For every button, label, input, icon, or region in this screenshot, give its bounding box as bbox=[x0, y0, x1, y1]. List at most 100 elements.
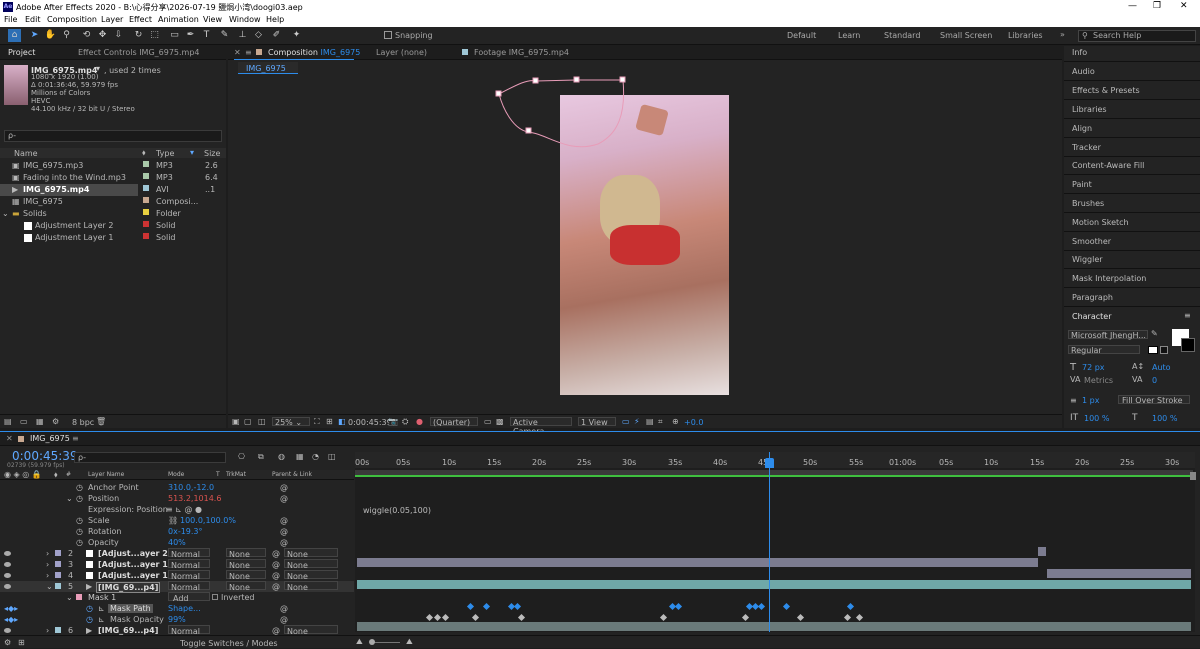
property-row[interactable]: ◷ Rotation 0x-19.3° @ bbox=[0, 526, 354, 537]
eye-icon[interactable] bbox=[4, 551, 11, 556]
property-row[interactable]: Expression: Position ≡ ⊾ @ ● bbox=[0, 504, 354, 515]
pickwhip-icon[interactable]: @ bbox=[272, 549, 280, 558]
trkmat-select[interactable]: None bbox=[226, 548, 266, 559]
workspace-overflow-icon[interactable]: » bbox=[1060, 30, 1065, 39]
panel-smoother[interactable]: Smoother bbox=[1064, 232, 1200, 251]
mask-vertex[interactable] bbox=[495, 90, 502, 97]
parent-select[interactable]: None bbox=[284, 559, 338, 570]
label-swatch[interactable] bbox=[143, 185, 149, 191]
parent-select[interactable]: None bbox=[284, 581, 338, 592]
keyframe[interactable] bbox=[513, 602, 522, 611]
current-time-display[interactable]: 0:00:45:39 bbox=[348, 418, 392, 427]
stopwatch-icon[interactable]: ◷ bbox=[76, 527, 83, 536]
tab-composition[interactable]: Composition IMG_6975 bbox=[268, 48, 360, 57]
pickwhip-icon[interactable]: @ bbox=[280, 483, 288, 492]
menu-help[interactable]: Help bbox=[266, 15, 284, 24]
col-trkmat[interactable]: TrkMat bbox=[226, 471, 246, 478]
panel-paragraph[interactable]: Paragraph bbox=[1064, 288, 1200, 307]
trkmat-select[interactable]: None bbox=[226, 581, 266, 592]
label-tag-icon[interactable]: ⬧ bbox=[142, 148, 146, 158]
keyframe[interactable] bbox=[517, 613, 526, 622]
menu-edit[interactable]: Edit bbox=[25, 15, 41, 24]
col-type[interactable]: Type bbox=[156, 149, 174, 158]
keyframe[interactable] bbox=[471, 613, 480, 622]
menu-composition[interactable]: Composition bbox=[47, 15, 97, 24]
tab-effect-controls[interactable]: Effect Controls IMG_6975.mp4 bbox=[78, 48, 200, 57]
pickwhip-icon[interactable]: @ bbox=[272, 560, 280, 569]
chevron-right-icon[interactable]: › bbox=[46, 626, 49, 635]
layer-bar[interactable] bbox=[1038, 547, 1046, 556]
property-row[interactable]: ◷ Anchor Point 310.0,-12.0 @ bbox=[0, 482, 354, 493]
layer-bar[interactable] bbox=[357, 622, 1191, 631]
panel-paint[interactable]: Paint bbox=[1064, 175, 1200, 194]
zoom-tool-icon[interactable]: ⚲ bbox=[60, 29, 73, 42]
chevron-right-icon[interactable]: › bbox=[46, 571, 49, 580]
region-icon[interactable]: ▢ bbox=[244, 417, 252, 426]
workspace-libraries[interactable]: Libraries bbox=[1008, 31, 1043, 40]
timeline-icon[interactable]: ▤ bbox=[646, 417, 654, 426]
col-mode[interactable]: Mode bbox=[168, 471, 184, 478]
tab-footage[interactable]: Footage IMG_6975.mp4 bbox=[474, 48, 569, 57]
workspace-standard[interactable]: Standard bbox=[884, 31, 920, 40]
panel-motion-sketch[interactable]: Motion Sketch bbox=[1064, 213, 1200, 232]
new-folder-icon[interactable]: ▭ bbox=[20, 417, 28, 426]
view-options-icon[interactable]: ◫ bbox=[258, 417, 266, 426]
property-row[interactable]: ◂◆▸ ◷ ⊾ Mask Opacity 99% @ bbox=[0, 614, 354, 625]
timeline-current-time[interactable]: 0:00:45:39 bbox=[12, 449, 78, 463]
zoom-select[interactable]: 25% ⌄ bbox=[272, 417, 310, 427]
pan-tool-icon[interactable]: ✥ bbox=[96, 29, 109, 42]
parent-select[interactable]: None bbox=[284, 548, 338, 559]
list-item-selected[interactable]: ▶ IMG_6975.mp4 bbox=[0, 184, 138, 196]
constrain-link-icon[interactable]: ⛓ bbox=[168, 516, 178, 525]
orbit-tool-icon[interactable]: ⟲ bbox=[80, 29, 93, 42]
parent-select[interactable]: None bbox=[284, 625, 338, 636]
mask-visibility-icon[interactable]: ◧ bbox=[338, 417, 346, 426]
exposure-value[interactable]: +0.0 bbox=[684, 418, 703, 427]
eye-icon[interactable] bbox=[4, 584, 11, 589]
graph-editor-icon[interactable]: ◫ bbox=[328, 452, 336, 461]
snapping-checkbox[interactable] bbox=[384, 31, 392, 39]
project-search-input[interactable]: ρ- bbox=[4, 130, 222, 142]
horizontal-scale-value[interactable]: 100 % bbox=[1152, 414, 1177, 423]
panel-menu-icon[interactable]: ≡ bbox=[72, 434, 79, 443]
layer-bar[interactable] bbox=[357, 580, 1191, 589]
pen-tool-icon[interactable]: ✒ bbox=[184, 29, 197, 42]
mask-vertex[interactable] bbox=[532, 77, 539, 84]
pickwhip-icon[interactable]: @ bbox=[280, 604, 288, 613]
tab-layer[interactable]: Layer (none) bbox=[376, 48, 427, 57]
inverted-checkbox[interactable] bbox=[212, 594, 218, 600]
chevron-down-icon[interactable]: ⌄ bbox=[66, 593, 73, 602]
chevron-right-icon[interactable]: › bbox=[46, 560, 49, 569]
type-tool-icon[interactable]: T bbox=[200, 29, 213, 42]
menu-layer[interactable]: Layer bbox=[101, 15, 123, 24]
selection-tool-icon[interactable]: ➤ bbox=[28, 29, 41, 42]
chevron-down-icon[interactable]: ⌄ bbox=[46, 582, 53, 591]
font-family-select[interactable]: Microsoft JhengH... bbox=[1068, 330, 1148, 340]
keyframe[interactable] bbox=[846, 602, 855, 611]
font-style-select[interactable]: Regular bbox=[1068, 345, 1140, 355]
tab-timeline-comp[interactable]: IMG_6975 bbox=[30, 434, 70, 443]
mode-select[interactable]: Normal bbox=[168, 559, 210, 570]
playhead-handle[interactable] bbox=[765, 458, 774, 468]
label-swatch[interactable] bbox=[55, 583, 61, 589]
panel-wiggler[interactable]: Wiggler bbox=[1064, 250, 1200, 269]
keyframe[interactable] bbox=[757, 602, 766, 611]
workspace-learn[interactable]: Learn bbox=[838, 31, 860, 40]
keyframe[interactable] bbox=[843, 613, 852, 622]
eyedropper-icon[interactable]: ✎ bbox=[1151, 329, 1158, 338]
playhead-line[interactable] bbox=[769, 452, 770, 632]
color-channels-icon[interactable]: ● bbox=[416, 417, 423, 426]
panel-effects-presets[interactable]: Effects & Presets bbox=[1064, 81, 1200, 100]
clone-tool-icon[interactable]: ⊥ bbox=[236, 29, 249, 42]
puppet-tool-icon[interactable]: ✦ bbox=[290, 29, 303, 42]
chevron-down-icon[interactable]: ⌄ bbox=[66, 494, 73, 503]
close-tab-icon[interactable]: ✕ bbox=[234, 48, 241, 57]
toggle-pixel-aspect-icon[interactable]: ▭ bbox=[622, 417, 630, 426]
chevron-down-icon[interactable]: ⌄ bbox=[2, 209, 9, 218]
panel-mask-interpolation[interactable]: Mask Interpolation bbox=[1064, 269, 1200, 288]
list-item[interactable]: Adjustment Layer 1 Solid bbox=[0, 232, 225, 244]
comp-subtab[interactable]: IMG_6975 bbox=[238, 62, 298, 74]
expression-text[interactable]: wiggle(0.05,100) bbox=[363, 506, 431, 515]
stopwatch-icon[interactable]: ◷ bbox=[86, 604, 93, 613]
list-item[interactable]: ⌄ ▬ Solids Folder bbox=[0, 208, 225, 220]
